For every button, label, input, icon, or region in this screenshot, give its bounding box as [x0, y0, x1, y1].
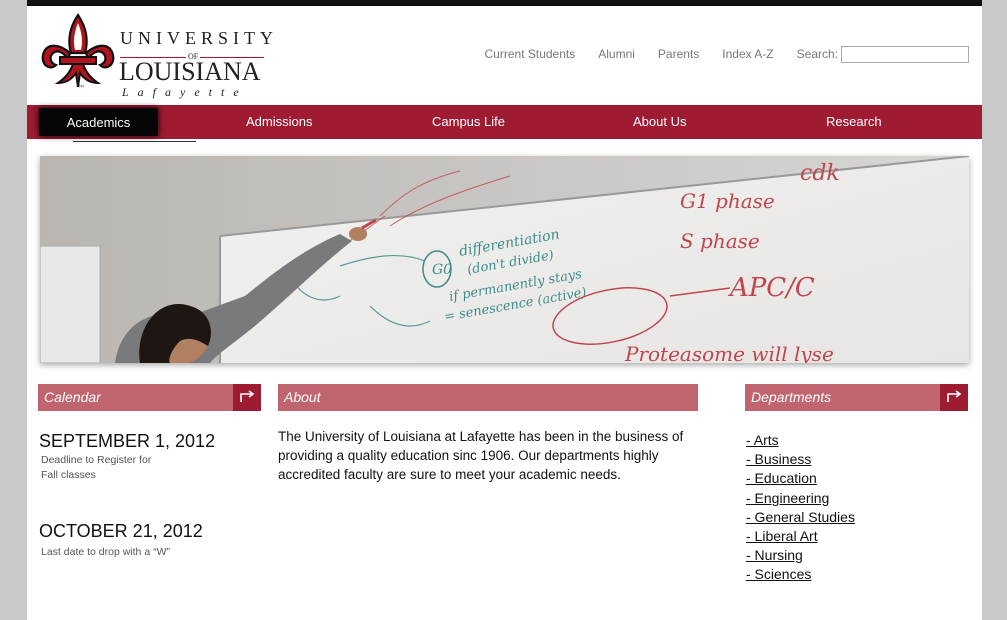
arrow-right-icon [947, 390, 962, 402]
departments-header: Departments [745, 384, 968, 411]
board-text-apcc: APC/C [728, 273, 815, 303]
board-text-sphase: S phase [680, 229, 760, 253]
calendar-event-desc-line: Fall classes [41, 469, 96, 481]
search-label: Search: [796, 47, 838, 61]
calendar-event-desc: Last date to drop with a “W” [41, 545, 170, 560]
search-input[interactable] [841, 45, 969, 63]
board-text-cdk: cdk [800, 161, 840, 186]
nav-item-campus-life[interactable]: Campus Life [432, 105, 505, 139]
about-title: About [284, 389, 321, 405]
top-bar [27, 0, 982, 6]
board-text-proteasome: Proteasome will lyse [624, 342, 834, 363]
dept-link-arts[interactable]: - Arts [746, 432, 779, 448]
link-current-students[interactable]: Current Students [485, 47, 576, 61]
nav-item-admissions[interactable]: Admissions [246, 105, 312, 139]
departments-more-button[interactable] [940, 384, 968, 411]
logo-text-university: UNIVERSITY [120, 28, 278, 48]
calendar-event-date: OCTOBER 21, 2012 [39, 521, 203, 541]
dept-link-engineering[interactable]: - Engineering [746, 490, 829, 506]
logo-text-louisiana: LOUISIANA [119, 57, 261, 86]
link-parents[interactable]: Parents [658, 47, 699, 61]
departments-title: Departments [751, 389, 832, 405]
logo-text-lafayette: Lafayette [122, 85, 248, 99]
board-text-g1phase: G1 phase [680, 189, 775, 213]
dept-link-nursing[interactable]: - Nursing [746, 547, 803, 563]
calendar-event-desc-line: Deadline to Register for [41, 454, 152, 466]
calendar-title: Calendar [44, 389, 101, 405]
calendar-event-date: SEPTEMBER 1, 2012 [39, 431, 216, 451]
university-logo[interactable]: UNIVERSITY OF LOUISIANA Lafayette ™ [40, 13, 273, 99]
nav-item-academics[interactable]: Academics [39, 108, 158, 136]
arrow-right-icon [240, 390, 255, 402]
dept-link-sciences[interactable]: - Sciences [746, 566, 811, 582]
dept-link-education[interactable]: - Education [746, 470, 817, 486]
nav-item-research[interactable]: Research [826, 105, 882, 139]
utility-bar: Current Students Alumni Parents Index A-… [462, 44, 969, 64]
dept-link-liberal-art[interactable]: - Liberal Art [746, 528, 818, 544]
main-nav: Academics Admissions Campus Life About U… [27, 105, 982, 139]
calendar-event-desc-line: Last date to drop with a “W” [41, 546, 170, 558]
logo-trademark: ™ [78, 85, 84, 91]
dept-link-general-studies[interactable]: - General Studies [746, 509, 855, 525]
about-text: The University of Louisiana at Lafayette… [278, 429, 684, 482]
link-alumni[interactable]: Alumni [598, 47, 635, 61]
nav-active-underline [73, 141, 196, 142]
link-index-a-z[interactable]: Index A-Z [722, 47, 773, 61]
hero-image: G1 phase S phase cdk APC/C Proteasome wi… [40, 156, 969, 363]
dept-link-business[interactable]: - Business [746, 451, 811, 467]
board-text-g0: G0 [432, 262, 452, 278]
nav-item-label: Academics [66, 115, 131, 130]
calendar-header: Calendar [38, 384, 261, 411]
page: UNIVERSITY OF LOUISIANA Lafayette ™ Curr… [27, 0, 982, 620]
calendar-event-desc: Deadline to Register for Fall classes [41, 453, 151, 483]
fleur-de-lis-icon [41, 13, 115, 88]
calendar-more-button[interactable] [233, 384, 261, 411]
nav-item-about-us[interactable]: About Us [633, 105, 686, 139]
about-header: About [278, 384, 698, 411]
